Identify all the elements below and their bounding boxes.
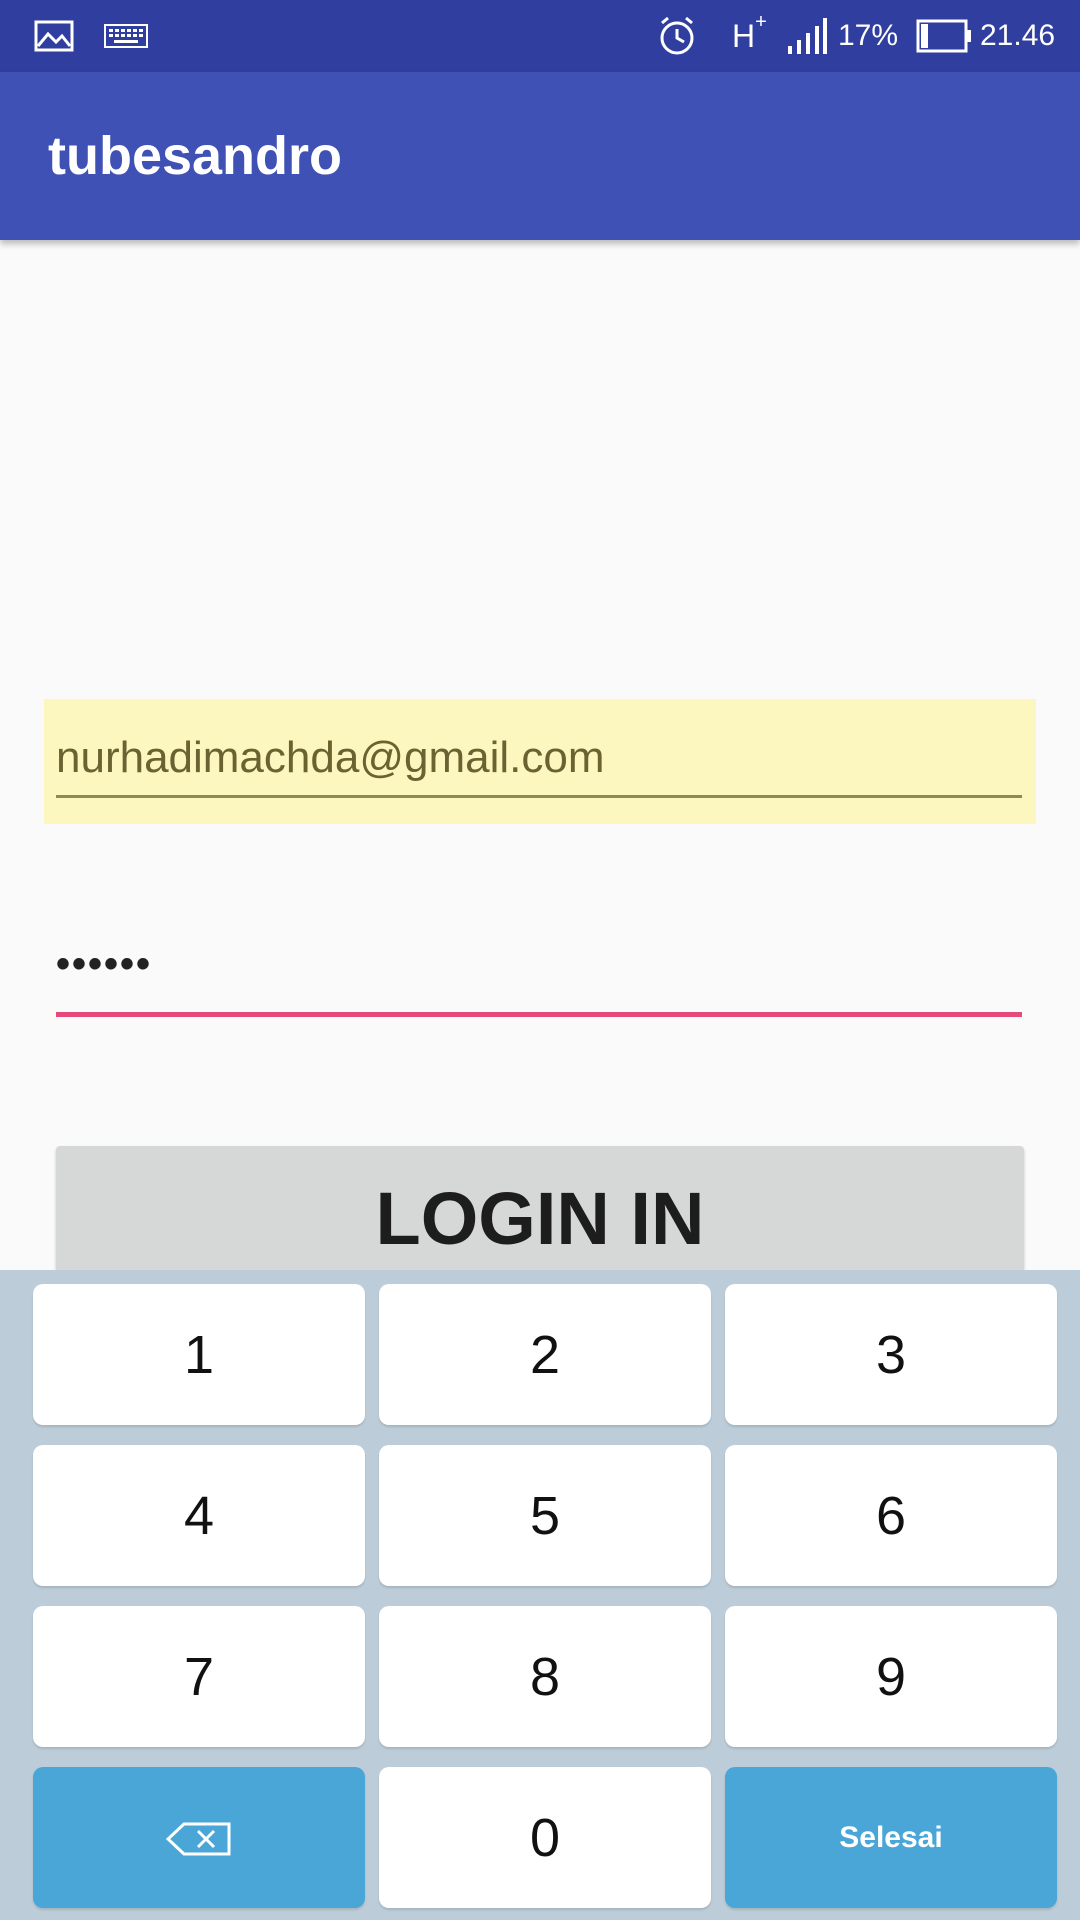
login-button[interactable]: LOGIN IN <box>56 1146 1024 1276</box>
battery-icon <box>916 0 972 72</box>
signal-icon <box>786 0 828 72</box>
email-value: nurhadimachda@gmail.com <box>56 733 605 782</box>
network-type: H + <box>732 10 767 54</box>
email-field[interactable]: nurhadimachda@gmail.com <box>44 699 1036 824</box>
alarm-icon <box>656 0 698 72</box>
clock: 21.46 <box>980 19 1056 52</box>
numeric-keyboard: 1 2 3 4 5 6 7 8 9 0 Selesai <box>0 1270 1080 1920</box>
backspace-icon <box>165 1807 232 1869</box>
key-9[interactable]: 9 <box>725 1606 1057 1747</box>
app-title: tubesandro <box>48 126 343 186</box>
key-2[interactable]: 2 <box>379 1284 711 1425</box>
done-key[interactable]: Selesai <box>725 1767 1057 1908</box>
status-bar: H + 17% 21.46 <box>0 0 1080 72</box>
email-underline <box>56 795 1022 798</box>
key-4[interactable]: 4 <box>33 1445 365 1586</box>
key-7[interactable]: 7 <box>33 1606 365 1747</box>
password-underline <box>56 1012 1022 1017</box>
login-button-label: LOGIN IN <box>375 1177 705 1260</box>
key-0[interactable]: 0 <box>379 1767 711 1908</box>
key-8[interactable]: 8 <box>379 1606 711 1747</box>
keyboard-icon <box>104 0 148 72</box>
done-key-label: Selesai <box>839 1820 943 1854</box>
backspace-key[interactable] <box>33 1767 365 1908</box>
key-3[interactable]: 3 <box>725 1284 1057 1425</box>
image-icon <box>34 0 74 72</box>
password-value: •••••• <box>56 942 153 986</box>
key-1[interactable]: 1 <box>33 1284 365 1425</box>
key-6[interactable]: 6 <box>725 1445 1057 1586</box>
battery-percent: 17% <box>838 19 899 52</box>
app-bar: tubesandro <box>0 72 1080 240</box>
key-5[interactable]: 5 <box>379 1445 711 1586</box>
